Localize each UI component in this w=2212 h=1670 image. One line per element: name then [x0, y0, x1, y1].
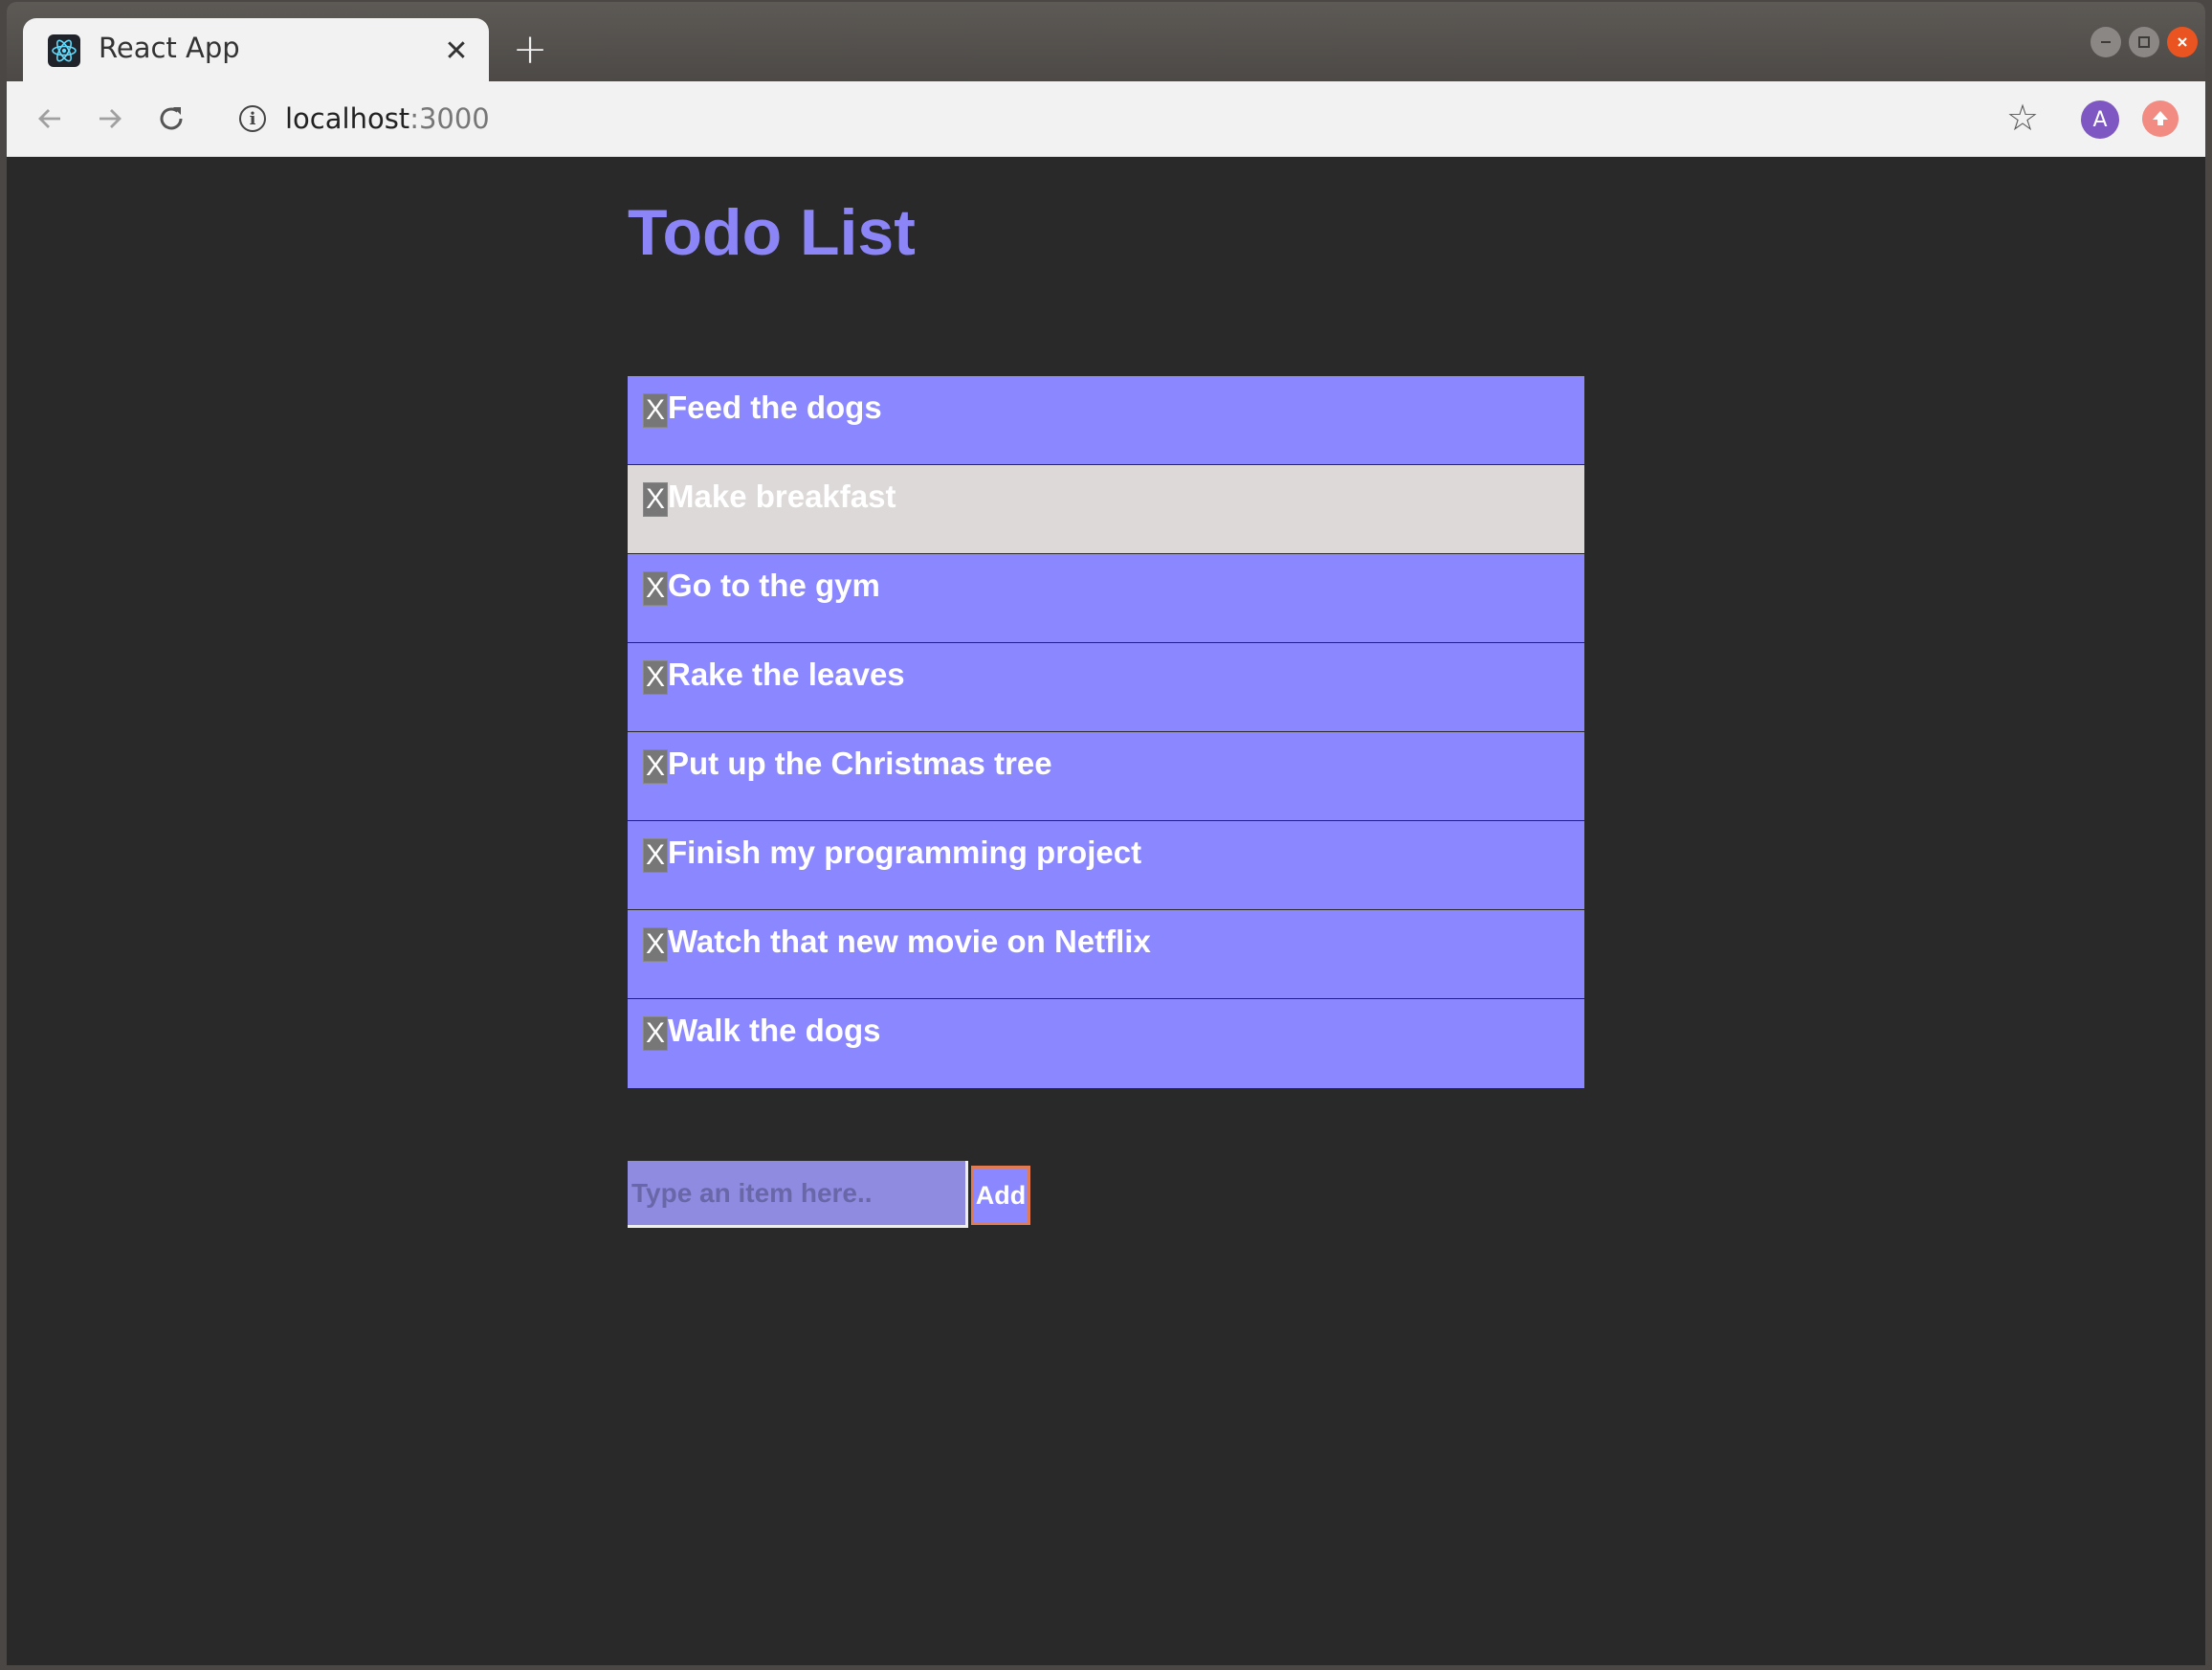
add-button[interactable]: Add	[971, 1166, 1030, 1225]
forward-arrow-icon[interactable]	[86, 95, 134, 143]
todo-item[interactable]: X Finish my programming project	[628, 821, 1584, 910]
todo-item[interactable]: X Make breakfast	[628, 465, 1584, 554]
todo-item-text: Finish my programming project	[668, 835, 1142, 870]
tab-title: React App	[99, 32, 240, 64]
todo-item-text: Make breakfast	[668, 479, 896, 514]
remove-item-button[interactable]: X	[643, 571, 668, 606]
remove-item-button[interactable]: X	[643, 482, 668, 517]
url-port: :3000	[409, 102, 490, 135]
new-tab-button[interactable]: +	[508, 25, 552, 74]
url-host: localhost	[285, 102, 410, 135]
maximize-button[interactable]	[2129, 27, 2159, 57]
todo-item-text: Put up the Christmas tree	[668, 746, 1052, 781]
browser-tab[interactable]: React App ✕	[23, 18, 489, 83]
remove-item-button[interactable]: X	[643, 1016, 668, 1051]
remove-item-button[interactable]: X	[643, 749, 668, 784]
remove-item-button[interactable]: X	[643, 927, 668, 962]
profile-avatar[interactable]: A	[2081, 100, 2119, 139]
tab-close-icon[interactable]: ✕	[437, 32, 476, 70]
todo-item[interactable]: X Watch that new movie on Netflix	[628, 910, 1584, 999]
page-content: Todo List X Feed the dogs X Make breakfa…	[7, 157, 2205, 1665]
todo-item-text: Watch that new movie on Netflix	[668, 924, 1151, 959]
todo-item[interactable]: X Go to the gym	[628, 554, 1584, 643]
browser-window: React App ✕ + i localhost:3000 ☆ A Todo…	[7, 2, 2205, 1665]
todo-item-text: Feed the dogs	[668, 390, 882, 425]
tab-strip: React App ✕ +	[7, 2, 2205, 83]
address-bar[interactable]: i localhost:3000	[215, 93, 1985, 145]
todo-item-text: Go to the gym	[668, 568, 880, 603]
remove-item-button[interactable]: X	[643, 660, 668, 695]
remove-item-button[interactable]: X	[643, 393, 668, 428]
remove-item-button[interactable]: X	[643, 838, 668, 873]
bookmark-star-icon[interactable]: ☆	[2006, 97, 2039, 139]
todo-item[interactable]: X Walk the dogs	[628, 999, 1584, 1088]
todo-item[interactable]: X Feed the dogs	[628, 376, 1584, 465]
update-arrow-icon[interactable]	[2142, 100, 2179, 137]
new-item-input[interactable]	[628, 1161, 968, 1228]
minimize-button[interactable]	[2090, 27, 2121, 57]
todo-list: X Feed the dogs X Make breakfast X Go to…	[628, 376, 1584, 1088]
todo-item-text: Rake the leaves	[668, 657, 905, 692]
browser-toolbar: i localhost:3000 ☆ A	[7, 81, 2205, 157]
reload-icon[interactable]	[147, 95, 195, 143]
todo-item[interactable]: X Put up the Christmas tree	[628, 732, 1584, 821]
window-close-button[interactable]	[2167, 27, 2198, 57]
back-arrow-icon[interactable]	[26, 95, 74, 143]
react-atom-icon	[48, 34, 80, 67]
todo-item-text: Walk the dogs	[668, 1013, 881, 1048]
site-info-icon[interactable]: i	[239, 105, 266, 132]
page-title: Todo List	[628, 196, 916, 269]
todo-item[interactable]: X Rake the leaves	[628, 643, 1584, 732]
